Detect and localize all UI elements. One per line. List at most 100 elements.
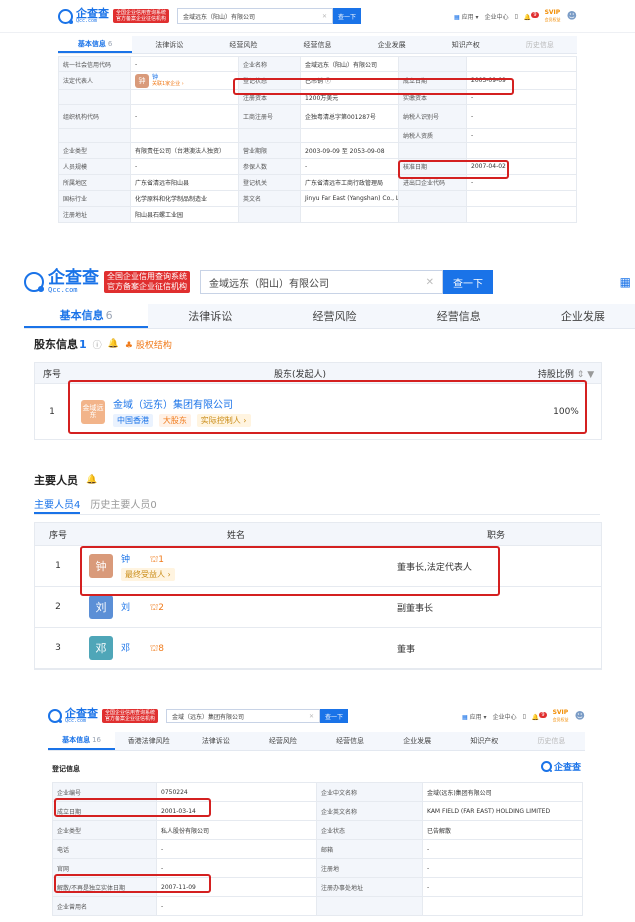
tab-label: 法律诉讼 xyxy=(201,737,230,745)
table-row: 人员规模 - 参保人数 - 核准日期 2007-04-02 xyxy=(58,158,577,175)
tab-1[interactable]: 法律诉讼 xyxy=(148,304,272,328)
logo-subtext: Qcc.com xyxy=(48,286,78,294)
tab-2[interactable]: 经营风险 xyxy=(272,304,396,328)
tab-4[interactable]: 经营信息 xyxy=(317,732,384,750)
field-value: - xyxy=(466,128,577,143)
field-label xyxy=(316,896,423,916)
col-ratio[interactable]: 持股比例 ⇕ ▼ xyxy=(531,367,601,380)
related-count[interactable]: ⛫2 xyxy=(150,603,164,613)
equity-structure-link[interactable]: ♣ 股权结构 xyxy=(125,338,172,351)
search-input[interactable]: 金域远东（阳山）有限公司 ✕ xyxy=(200,270,443,294)
app-menu[interactable]: ▦ 应用 ▾ xyxy=(454,12,479,21)
tab-3[interactable]: 经营风险 xyxy=(249,732,316,750)
related-count-value: 8 xyxy=(158,644,165,654)
field-label: 纳税人识别号 xyxy=(398,104,467,129)
key-persons-header: 主要人员 🔔 xyxy=(34,472,97,488)
key-persons-title: 主要人员 xyxy=(34,474,78,487)
tab-0[interactable]: 基本信息 6 xyxy=(24,304,149,328)
tab-6[interactable]: 知识产权 xyxy=(451,732,518,750)
tab-4[interactable]: 企业发展 xyxy=(355,36,429,53)
person-info: 钟 ⛫1 最终受益人 › xyxy=(121,552,178,581)
table-row: 3 邓邓 ⛫8 董事 xyxy=(35,628,601,669)
field-value: 金域(远东)集团有限公司 xyxy=(422,782,583,802)
field-label: 企业中文名称 xyxy=(316,782,423,802)
tab-2[interactable]: 法律诉讼 xyxy=(182,732,249,750)
related-companies-link[interactable]: 关联1家企业 › xyxy=(152,81,184,87)
field-label: 参保人数 xyxy=(238,158,301,175)
tab-3[interactable]: 经营信息 xyxy=(280,36,354,53)
logo-icon xyxy=(58,8,73,24)
tab-7[interactable]: 历史信息 xyxy=(518,732,585,750)
field-label: 进出口企业代码 xyxy=(398,174,467,191)
field-value: 企独粤清总字第001287号 xyxy=(300,104,399,129)
svip-badge[interactable]: SVIP 会员权益 xyxy=(553,709,569,723)
qcc-logo[interactable]: 企查查 Qcc.com 全国企业信用查询系统 官方备案企业征信机构 xyxy=(58,8,170,24)
bell-icon[interactable]: 🔔 9 xyxy=(524,11,539,21)
tab-0[interactable]: 基本信息 16 xyxy=(48,732,116,750)
field-label xyxy=(398,206,467,223)
notify-badge: 9 xyxy=(531,11,539,18)
tab-historical-persons[interactable]: 历史主要人员0 xyxy=(90,496,156,514)
qcc-logo[interactable]: 企查查 Qcc.com 全国企业信用查询系统 官方备案企业征信机构 xyxy=(24,270,190,294)
search-button[interactable]: 查一下 xyxy=(443,270,493,294)
search-button[interactable]: 查一下 xyxy=(333,8,362,24)
bell-icon[interactable]: 🔔 xyxy=(108,339,119,349)
search-button[interactable]: 查一下 xyxy=(320,709,349,723)
field-value: 金域远东（阳山）有限公司 xyxy=(300,56,399,72)
shareholder-table-header: 序号 股东(发起人) 持股比例 ⇕ ▼ xyxy=(35,363,601,384)
tab-0[interactable]: 基本信息 6 xyxy=(58,36,133,53)
tab-6[interactable]: 历史信息 xyxy=(503,36,577,53)
svip-badge[interactable]: SVIP 会员权益 xyxy=(545,9,561,23)
clear-icon[interactable]: ✕ xyxy=(309,713,314,720)
company-center-link[interactable]: 企业中心 xyxy=(485,12,509,21)
app-menu[interactable]: ▦ 应用 ▾ xyxy=(462,712,487,721)
tab-5[interactable]: 企业发展 xyxy=(384,732,451,750)
table-row: 企业曾用名 - xyxy=(52,896,583,916)
tag-actual-controller[interactable]: 实际控制人 › xyxy=(196,414,251,427)
person-name-link[interactable]: 刘 xyxy=(121,603,130,613)
avatar-icon[interactable]: ☻ xyxy=(567,11,577,22)
clear-icon[interactable]: ✕ xyxy=(322,13,327,20)
tab-label: 历史信息 xyxy=(537,737,566,745)
phone-icon[interactable]: ▯ xyxy=(523,713,526,720)
shareholder-name-link[interactable]: 金域（远东）集团有限公司 xyxy=(113,396,254,411)
table-row: 纳税人资质 - xyxy=(58,128,577,143)
equity-icon: ♣ xyxy=(124,340,133,351)
tab-key-persons[interactable]: 主要人员4 xyxy=(34,496,81,514)
field-label xyxy=(398,190,467,207)
avatar-icon[interactable]: ☻ xyxy=(575,711,585,722)
related-count[interactable]: ⛫1 xyxy=(150,555,164,565)
person-name-link[interactable]: 邓 xyxy=(121,644,130,654)
field-value: 1200万美元 xyxy=(300,89,399,105)
related-count[interactable]: ⛫8 xyxy=(150,644,164,654)
table-row: 企业类型 有限责任公司（台港澳法人独资） 营业期限 2003-09-09 至 2053… xyxy=(58,142,577,159)
beneficiary-tag[interactable]: 最终受益人 › xyxy=(121,567,175,581)
apps-icon[interactable]: ▦ xyxy=(620,275,631,289)
tab-1[interactable]: 香港法律风险 xyxy=(115,732,182,750)
badge-line-1: 全国企业信用查询系统 xyxy=(107,272,187,282)
info-icon[interactable]: ⓘ xyxy=(93,338,102,351)
tab-count: 16 xyxy=(92,736,102,744)
field-value: KAM FIELD (FAR EAST) HOLDING LIMITED xyxy=(422,801,583,821)
field-value: - xyxy=(130,104,239,129)
tab-5[interactable]: 知识产权 xyxy=(429,36,503,53)
tab-3[interactable]: 经营信息 xyxy=(397,304,521,328)
bell-icon[interactable]: 🔔 xyxy=(86,475,97,485)
search-input[interactable]: 金域（远东）集团有限公司 ✕ xyxy=(166,709,321,723)
search-input[interactable]: 金域远东（阳山）有限公司 ✕ xyxy=(177,8,334,24)
bell-icon[interactable]: 🔔 9 xyxy=(532,711,547,721)
tab-1[interactable]: 法律诉讼 xyxy=(132,36,206,53)
tab-label: 基本信息 xyxy=(77,39,106,48)
col-no: 序号 xyxy=(42,369,61,380)
company-center-link[interactable]: 企业中心 xyxy=(493,712,517,721)
phone-icon[interactable]: ▯ xyxy=(515,13,518,20)
qcc-logo[interactable]: 企查查 Qcc.com 全国企业信用查询系统 官方备案企业征信机构 xyxy=(48,708,159,724)
tab-4[interactable]: 企业发展 xyxy=(521,304,635,328)
col-name: 姓名 xyxy=(226,530,245,541)
clear-icon[interactable]: ✕ xyxy=(426,277,434,288)
person-name-link[interactable]: 钟 xyxy=(121,555,130,565)
col-no: 序号 xyxy=(48,530,67,541)
field-value: 2003-09-09 xyxy=(466,71,577,90)
shareholder-cell: 金域远东 金域（远东）集团有限公司 中国香港 大股东 实际控制人 › xyxy=(69,396,531,427)
tab-2[interactable]: 经营风险 xyxy=(206,36,280,53)
